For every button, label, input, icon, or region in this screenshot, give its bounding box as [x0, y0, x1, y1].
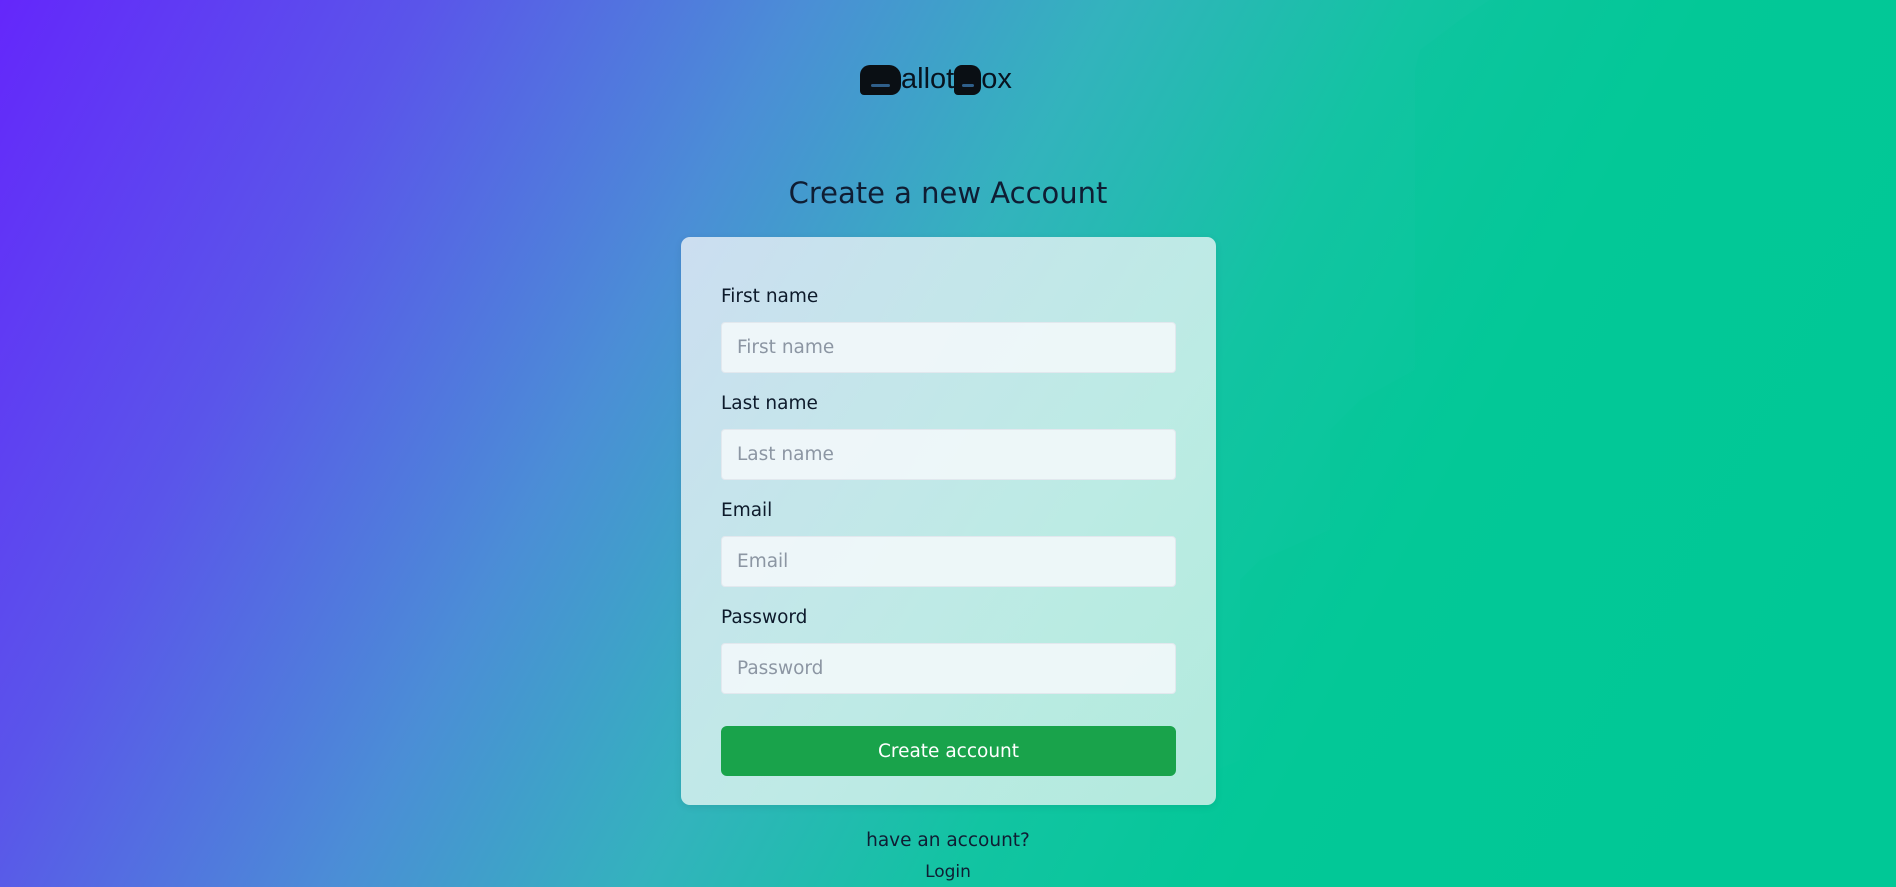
password-label: Password — [721, 607, 808, 628]
signup-form-card: First name Last name Email Password Crea… — [681, 237, 1216, 805]
ballotbox-logo[interactable]: allot ox — [860, 60, 1012, 96]
logo-b-icon — [954, 65, 982, 95]
last-name-input[interactable] — [721, 429, 1176, 480]
page-title: Create a new Account — [788, 176, 1108, 210]
login-link-container: Login — [0, 862, 1896, 882]
first-name-input[interactable] — [721, 322, 1176, 373]
logo-text-part2: ox — [981, 63, 1012, 95]
login-link[interactable]: Login — [925, 862, 971, 882]
last-name-label: Last name — [721, 393, 818, 414]
logo-b-icon — [860, 65, 901, 95]
create-account-button[interactable]: Create account — [721, 726, 1176, 776]
have-account-text: have an account? — [866, 830, 1030, 851]
email-label: Email — [721, 500, 773, 521]
password-input[interactable] — [721, 643, 1176, 694]
email-input[interactable] — [721, 536, 1176, 587]
logo-text-part1: allot — [901, 63, 955, 95]
first-name-label: First name — [721, 286, 819, 307]
